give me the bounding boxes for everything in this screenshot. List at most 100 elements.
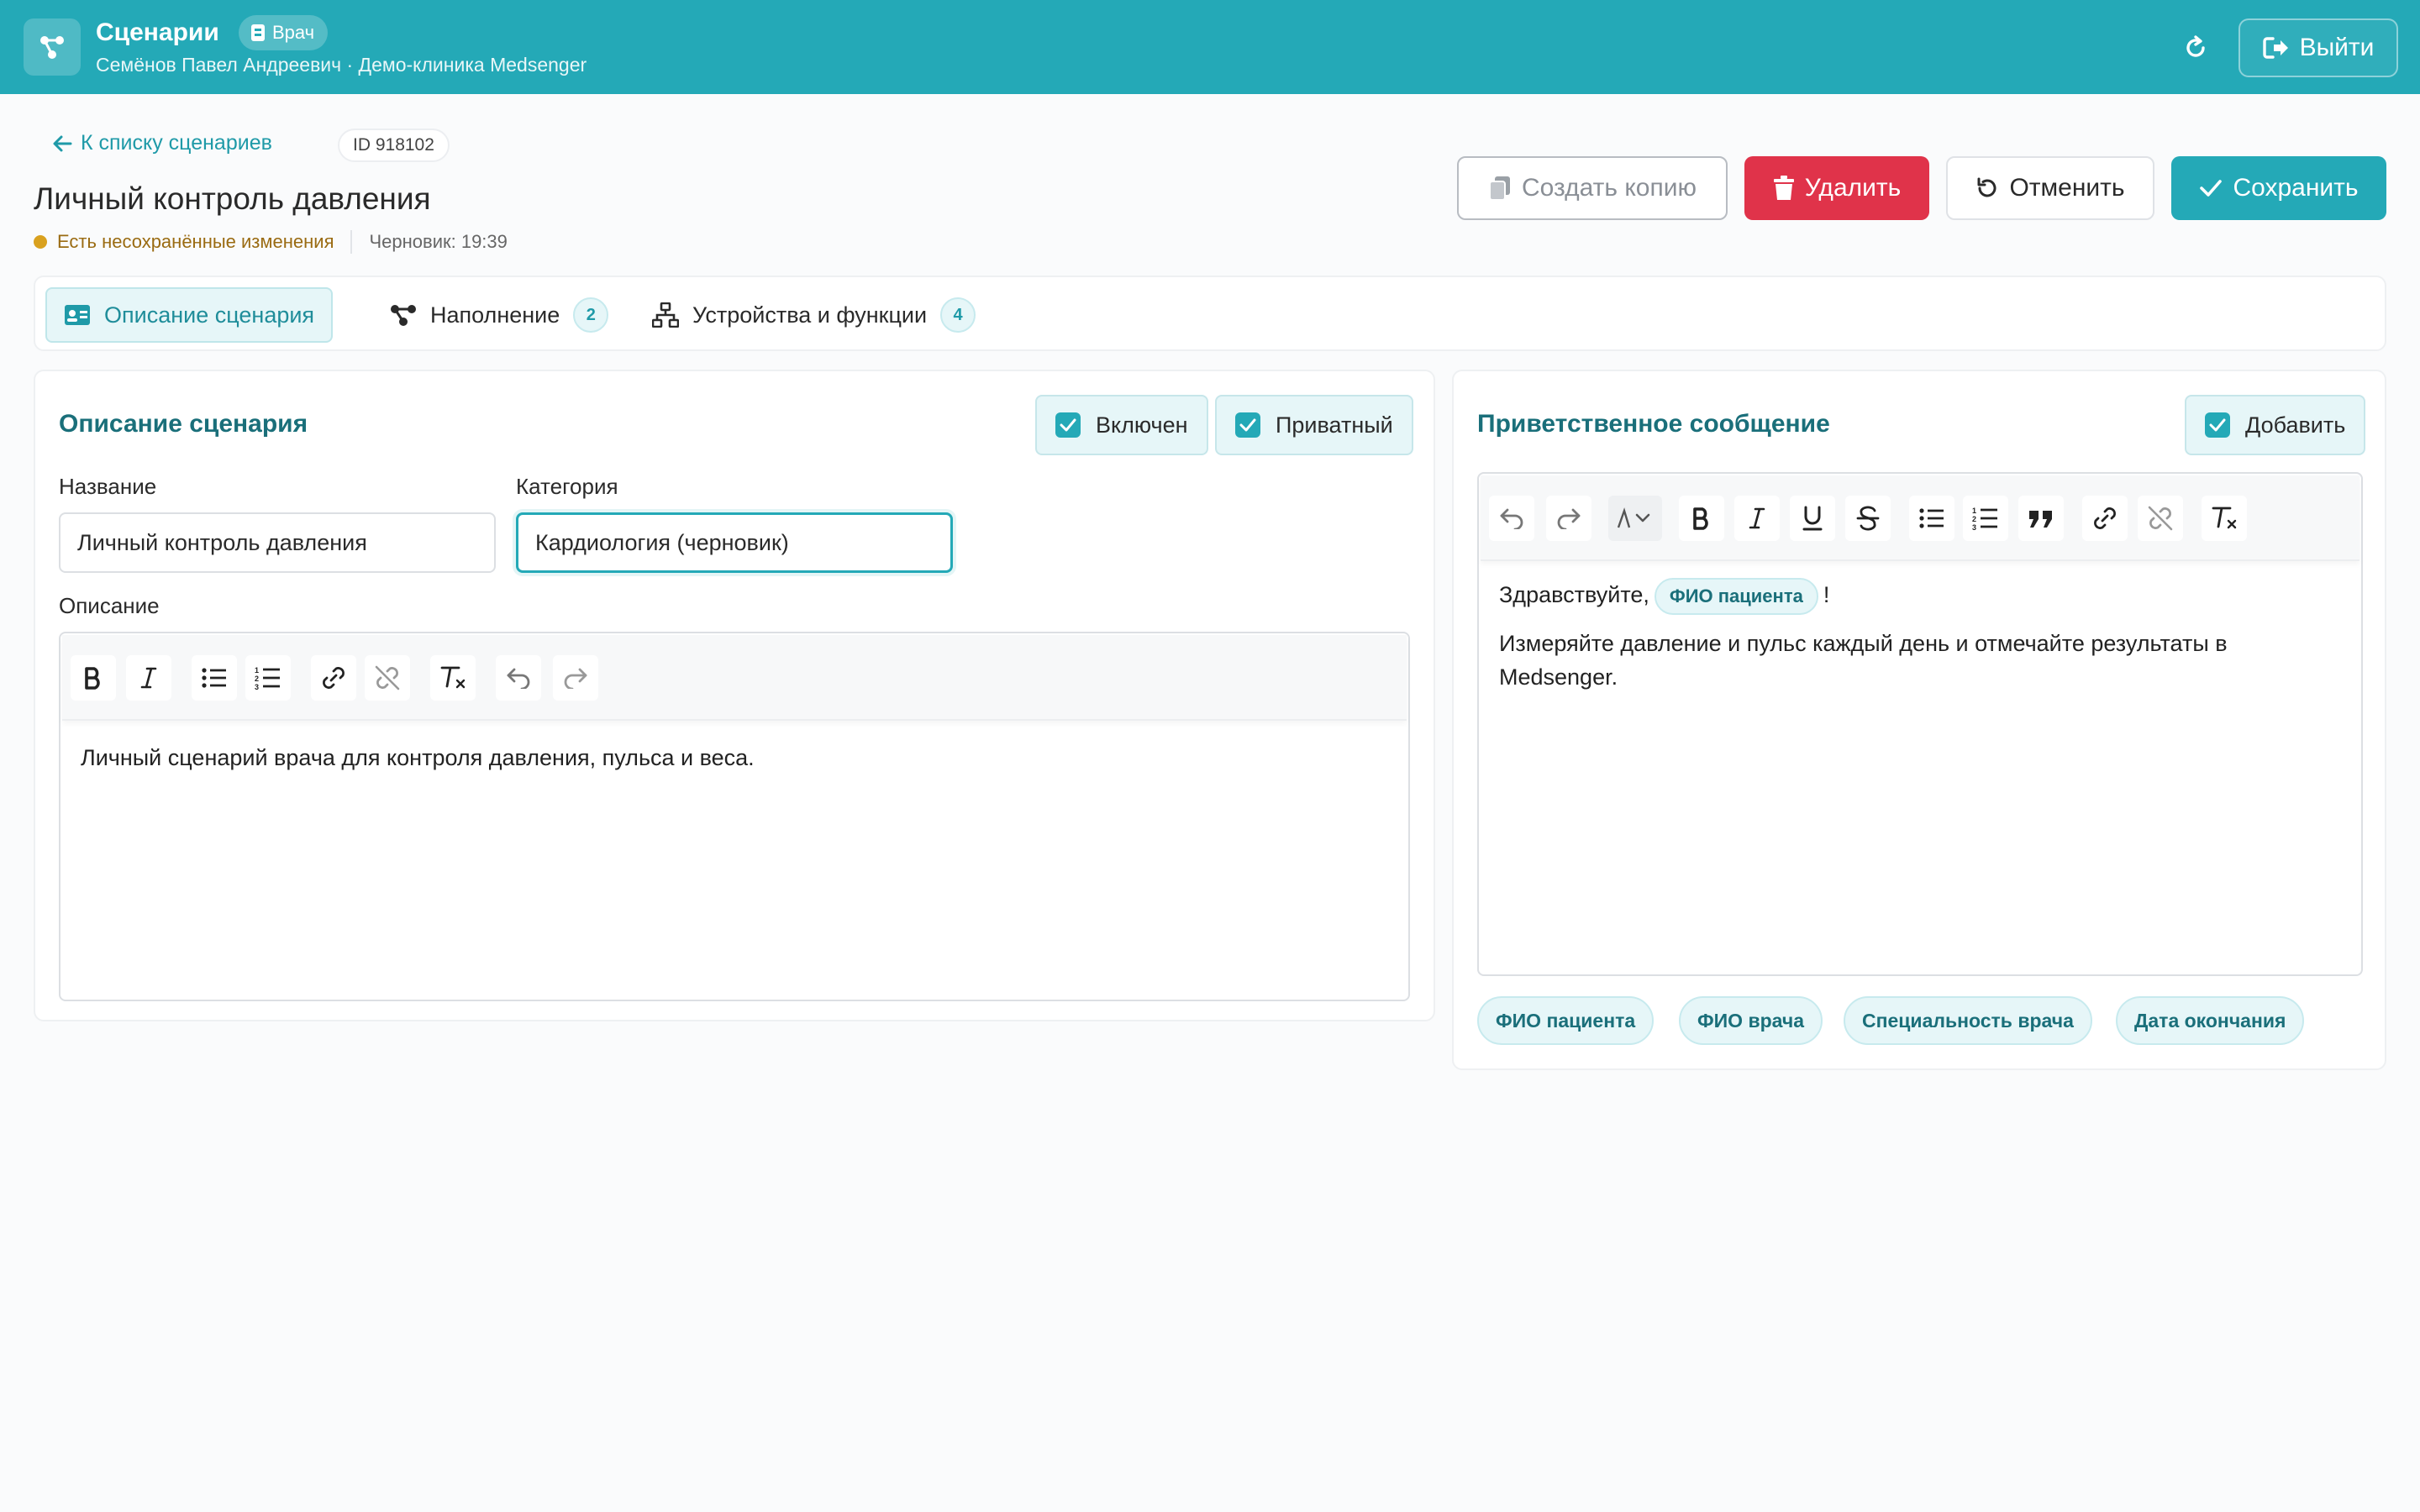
- description-card-title: Описание сценария: [59, 410, 308, 438]
- redo-button[interactable]: [553, 655, 598, 701]
- tab-devices[interactable]: Устройства и функции 4: [635, 287, 992, 343]
- create-copy-button[interactable]: Создать копию: [1457, 156, 1728, 220]
- logout-label: Выйти: [2299, 34, 2375, 61]
- undo-button[interactable]: [496, 655, 541, 701]
- ordered-list-icon: 123: [1972, 506, 1999, 531]
- link-button[interactable]: [2082, 496, 2128, 541]
- draft-time-label: Черновик: 19:39: [369, 231, 508, 252]
- unlink-button[interactable]: [365, 655, 410, 701]
- ordered-list-button[interactable]: 123: [1963, 496, 2008, 541]
- unsaved-dot-icon: [34, 235, 47, 249]
- welcome-editor-content[interactable]: Здравствуйте, ФИО пациента! Измеряйте дав…: [1499, 578, 2339, 694]
- insert-patient-name-chip[interactable]: ФИО пациента: [1477, 996, 1655, 1045]
- font-size-chevron-icon: [1615, 507, 1655, 529]
- insert-end-date-chip[interactable]: Дата окончания: [2116, 996, 2305, 1045]
- font-size-dropdown[interactable]: [1608, 496, 1662, 541]
- checkbox-checked-icon: [1055, 412, 1081, 438]
- link-icon: [319, 664, 348, 692]
- app-title: Сценарии: [96, 18, 219, 46]
- add-welcome-toggle[interactable]: Добавить: [2185, 395, 2366, 455]
- ordered-list-button[interactable]: 123: [245, 655, 291, 701]
- clear-format-icon: [2210, 506, 2238, 531]
- welcome-body-text: Измеряйте давление и пульс каждый день и…: [1499, 631, 2228, 690]
- italic-button[interactable]: [126, 655, 171, 701]
- role-label: Врач: [272, 22, 315, 43]
- italic-icon: [140, 666, 157, 690]
- welcome-card-title: Приветственное сообщение: [1477, 410, 1830, 438]
- unlink-button[interactable]: [2138, 496, 2183, 541]
- unsaved-changes-label: Есть несохранённые изменения: [57, 231, 334, 252]
- link-button[interactable]: [311, 655, 356, 701]
- ordered-list-icon: 123: [255, 665, 281, 690]
- bullet-list-button[interactable]: [1909, 496, 1954, 541]
- unlink-icon: [2146, 504, 2175, 533]
- bold-button[interactable]: [71, 655, 116, 701]
- category-input[interactable]: Кардиология (черновик): [516, 512, 953, 573]
- redo-icon: [1555, 507, 1582, 529]
- description-label: Описание: [59, 593, 160, 618]
- svg-text:3: 3: [255, 683, 259, 690]
- enabled-label: Включен: [1096, 412, 1188, 438]
- check-icon: [2199, 178, 2223, 198]
- tab-content[interactable]: Наполнение 2: [373, 287, 625, 343]
- save-button[interactable]: Сохранить: [2171, 156, 2386, 220]
- bold-icon: [83, 666, 103, 690]
- redo-button[interactable]: [1546, 496, 1591, 541]
- svg-text:2: 2: [1972, 515, 1976, 523]
- tab-content-label: Наполнение: [430, 302, 560, 328]
- undo-button[interactable]: [1489, 496, 1534, 541]
- logout-button[interactable]: Выйти: [2238, 18, 2398, 77]
- italic-button[interactable]: [1734, 496, 1780, 541]
- bold-button[interactable]: [1679, 496, 1724, 541]
- undo-icon: [1975, 176, 1999, 200]
- save-label: Сохранить: [2233, 174, 2359, 202]
- tab-description-label: Описание сценария: [104, 302, 315, 328]
- role-badge: Врач: [239, 15, 329, 50]
- network-icon: [652, 302, 679, 328]
- description-card: Описание сценария Включен Приватный Назв…: [34, 370, 1435, 1021]
- clear-format-button[interactable]: [430, 655, 476, 701]
- back-to-list-link[interactable]: К списку сценариев: [52, 131, 272, 155]
- id-card-icon: [64, 304, 91, 326]
- undo-icon: [1498, 507, 1525, 529]
- add-label: Добавить: [2245, 412, 2346, 438]
- scenario-logo-icon[interactable]: [24, 18, 81, 76]
- greeting-line: Здравствуйте, ФИО пациента!: [1499, 578, 2339, 615]
- create-copy-label: Создать копию: [1522, 174, 1697, 202]
- svg-text:3: 3: [1972, 523, 1976, 531]
- clear-format-icon: [439, 665, 467, 690]
- logout-icon: [2262, 36, 2290, 60]
- insert-doctor-specialty-chip[interactable]: Специальность врача: [1844, 996, 2092, 1045]
- refresh-button[interactable]: [2176, 29, 2215, 67]
- enabled-toggle[interactable]: Включен: [1035, 395, 1208, 455]
- scenario-id-badge: ID 918102: [338, 129, 450, 162]
- checkbox-checked-icon: [1235, 412, 1260, 438]
- bold-icon: [1691, 507, 1712, 530]
- insert-doctor-name-chip[interactable]: ФИО врача: [1679, 996, 1823, 1045]
- delete-button[interactable]: Удалить: [1744, 156, 1929, 220]
- greeting-text: Здравствуйте,: [1499, 582, 1649, 608]
- underline-button[interactable]: [1790, 496, 1835, 541]
- top-bar: Сценарии Врач Семёнов Павел Андреевич · …: [0, 0, 2420, 94]
- patient-name-variable-chip[interactable]: ФИО пациента: [1654, 578, 1818, 615]
- devices-count-badge: 4: [940, 297, 976, 333]
- workflow-icon: [390, 303, 417, 327]
- redo-icon: [562, 667, 589, 689]
- unlink-icon: [373, 664, 402, 692]
- back-link-label: К списку сценариев: [81, 131, 272, 155]
- description-editor-toolbar: 123: [62, 635, 1407, 721]
- category-label: Категория: [516, 474, 618, 499]
- name-input[interactable]: Личный контроль давления: [59, 512, 496, 573]
- welcome-editor-toolbar: 123: [1481, 475, 2360, 561]
- blockquote-button[interactable]: [2018, 496, 2064, 541]
- private-toggle[interactable]: Приватный: [1215, 395, 1413, 455]
- bullet-list-icon: [201, 666, 228, 690]
- delete-label: Удалить: [1804, 174, 1902, 202]
- svg-text:1: 1: [255, 666, 259, 675]
- clear-format-button[interactable]: [2202, 496, 2247, 541]
- bullet-list-button[interactable]: [192, 655, 237, 701]
- cancel-button[interactable]: Отменить: [1946, 156, 2154, 220]
- strikethrough-button[interactable]: [1845, 496, 1891, 541]
- tab-description[interactable]: Описание сценария: [45, 287, 334, 343]
- description-editor-content[interactable]: Личный сценарий врача для контроля давле…: [81, 741, 755, 774]
